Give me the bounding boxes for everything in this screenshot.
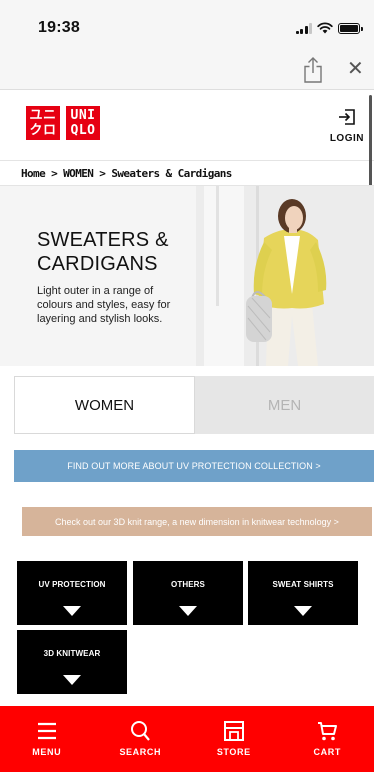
breadcrumb[interactable]: Home > WOMEN > Sweaters & Cardigans bbox=[21, 167, 232, 180]
nav-label: SEARCH bbox=[119, 747, 162, 757]
search-icon bbox=[131, 721, 151, 741]
nav-label: CART bbox=[313, 747, 341, 757]
chevron-down-icon bbox=[179, 606, 197, 616]
nav-store[interactable]: STORE bbox=[187, 706, 281, 772]
uniqlo-logo[interactable]: ユニ クロ UNI QLO bbox=[26, 106, 100, 140]
chevron-down-icon bbox=[294, 606, 312, 616]
category-label: UV PROTECTION bbox=[38, 580, 106, 589]
nav-cart[interactable]: CART bbox=[281, 706, 374, 772]
nav-search[interactable]: SEARCH bbox=[94, 706, 188, 772]
category-label: 3D KNITWEAR bbox=[43, 649, 101, 658]
category-3d-knitwear[interactable]: 3D KNITWEAR bbox=[17, 630, 127, 694]
hero-title: SWEATERS & CARDIGANS bbox=[37, 229, 169, 275]
login-button[interactable]: LOGIN bbox=[330, 109, 364, 146]
menu-icon bbox=[37, 722, 56, 740]
logo-block-en: UNI QLO bbox=[66, 106, 100, 140]
category-sweat-shirts[interactable]: SWEAT SHIRTS bbox=[248, 561, 358, 625]
store-icon bbox=[223, 721, 244, 741]
uv-protection-banner[interactable]: FIND OUT MORE ABOUT UV PROTECTION COLLEC… bbox=[14, 450, 374, 482]
login-icon bbox=[338, 109, 355, 125]
chevron-down-icon bbox=[63, 675, 81, 685]
3d-knit-banner[interactable]: Check out our 3D knit range, a new dimen… bbox=[22, 507, 372, 536]
nav-menu[interactable]: MENU bbox=[0, 706, 94, 772]
category-others[interactable]: OTHERS bbox=[133, 561, 243, 625]
hero-description: Light outer in a range of colours and st… bbox=[37, 285, 171, 325]
nav-label: MENU bbox=[32, 747, 62, 757]
share-icon[interactable] bbox=[302, 56, 324, 84]
logo-block-jp: ユニ クロ bbox=[26, 106, 60, 140]
hero-banner: SWEATERS & CARDIGANS Light outer in a ra… bbox=[0, 186, 374, 366]
status-bar: 19:38 bbox=[0, 0, 374, 50]
close-icon[interactable]: ✕ bbox=[347, 59, 364, 79]
bottom-nav: MENU SEARCH STORE CART bbox=[0, 706, 374, 772]
nav-label: STORE bbox=[216, 747, 251, 757]
tab-men[interactable]: MEN bbox=[195, 376, 374, 434]
tab-women[interactable]: WOMEN bbox=[14, 376, 195, 434]
signal-icon bbox=[295, 22, 312, 34]
category-label: SWEAT SHIRTS bbox=[272, 580, 334, 589]
browser-toolbar: ✕ bbox=[0, 50, 374, 90]
category-label: OTHERS bbox=[171, 580, 205, 589]
wifi-icon bbox=[317, 22, 333, 34]
chevron-down-icon bbox=[63, 606, 81, 616]
login-label: LOGIN bbox=[329, 133, 364, 144]
hero-text: SWEATERS & CARDIGANS Light outer in a ra… bbox=[37, 228, 187, 326]
cart-icon bbox=[318, 722, 338, 741]
site-header: ユニ クロ UNI QLO LOGIN bbox=[0, 91, 374, 161]
scrollbar[interactable] bbox=[369, 95, 372, 190]
hero-model-image bbox=[196, 186, 374, 366]
status-icons bbox=[295, 22, 363, 34]
status-time: 19:38 bbox=[38, 19, 80, 36]
category-uv-protection[interactable]: UV PROTECTION bbox=[17, 561, 127, 625]
gender-tabs: WOMEN MEN bbox=[14, 376, 374, 434]
battery-icon bbox=[338, 22, 363, 34]
